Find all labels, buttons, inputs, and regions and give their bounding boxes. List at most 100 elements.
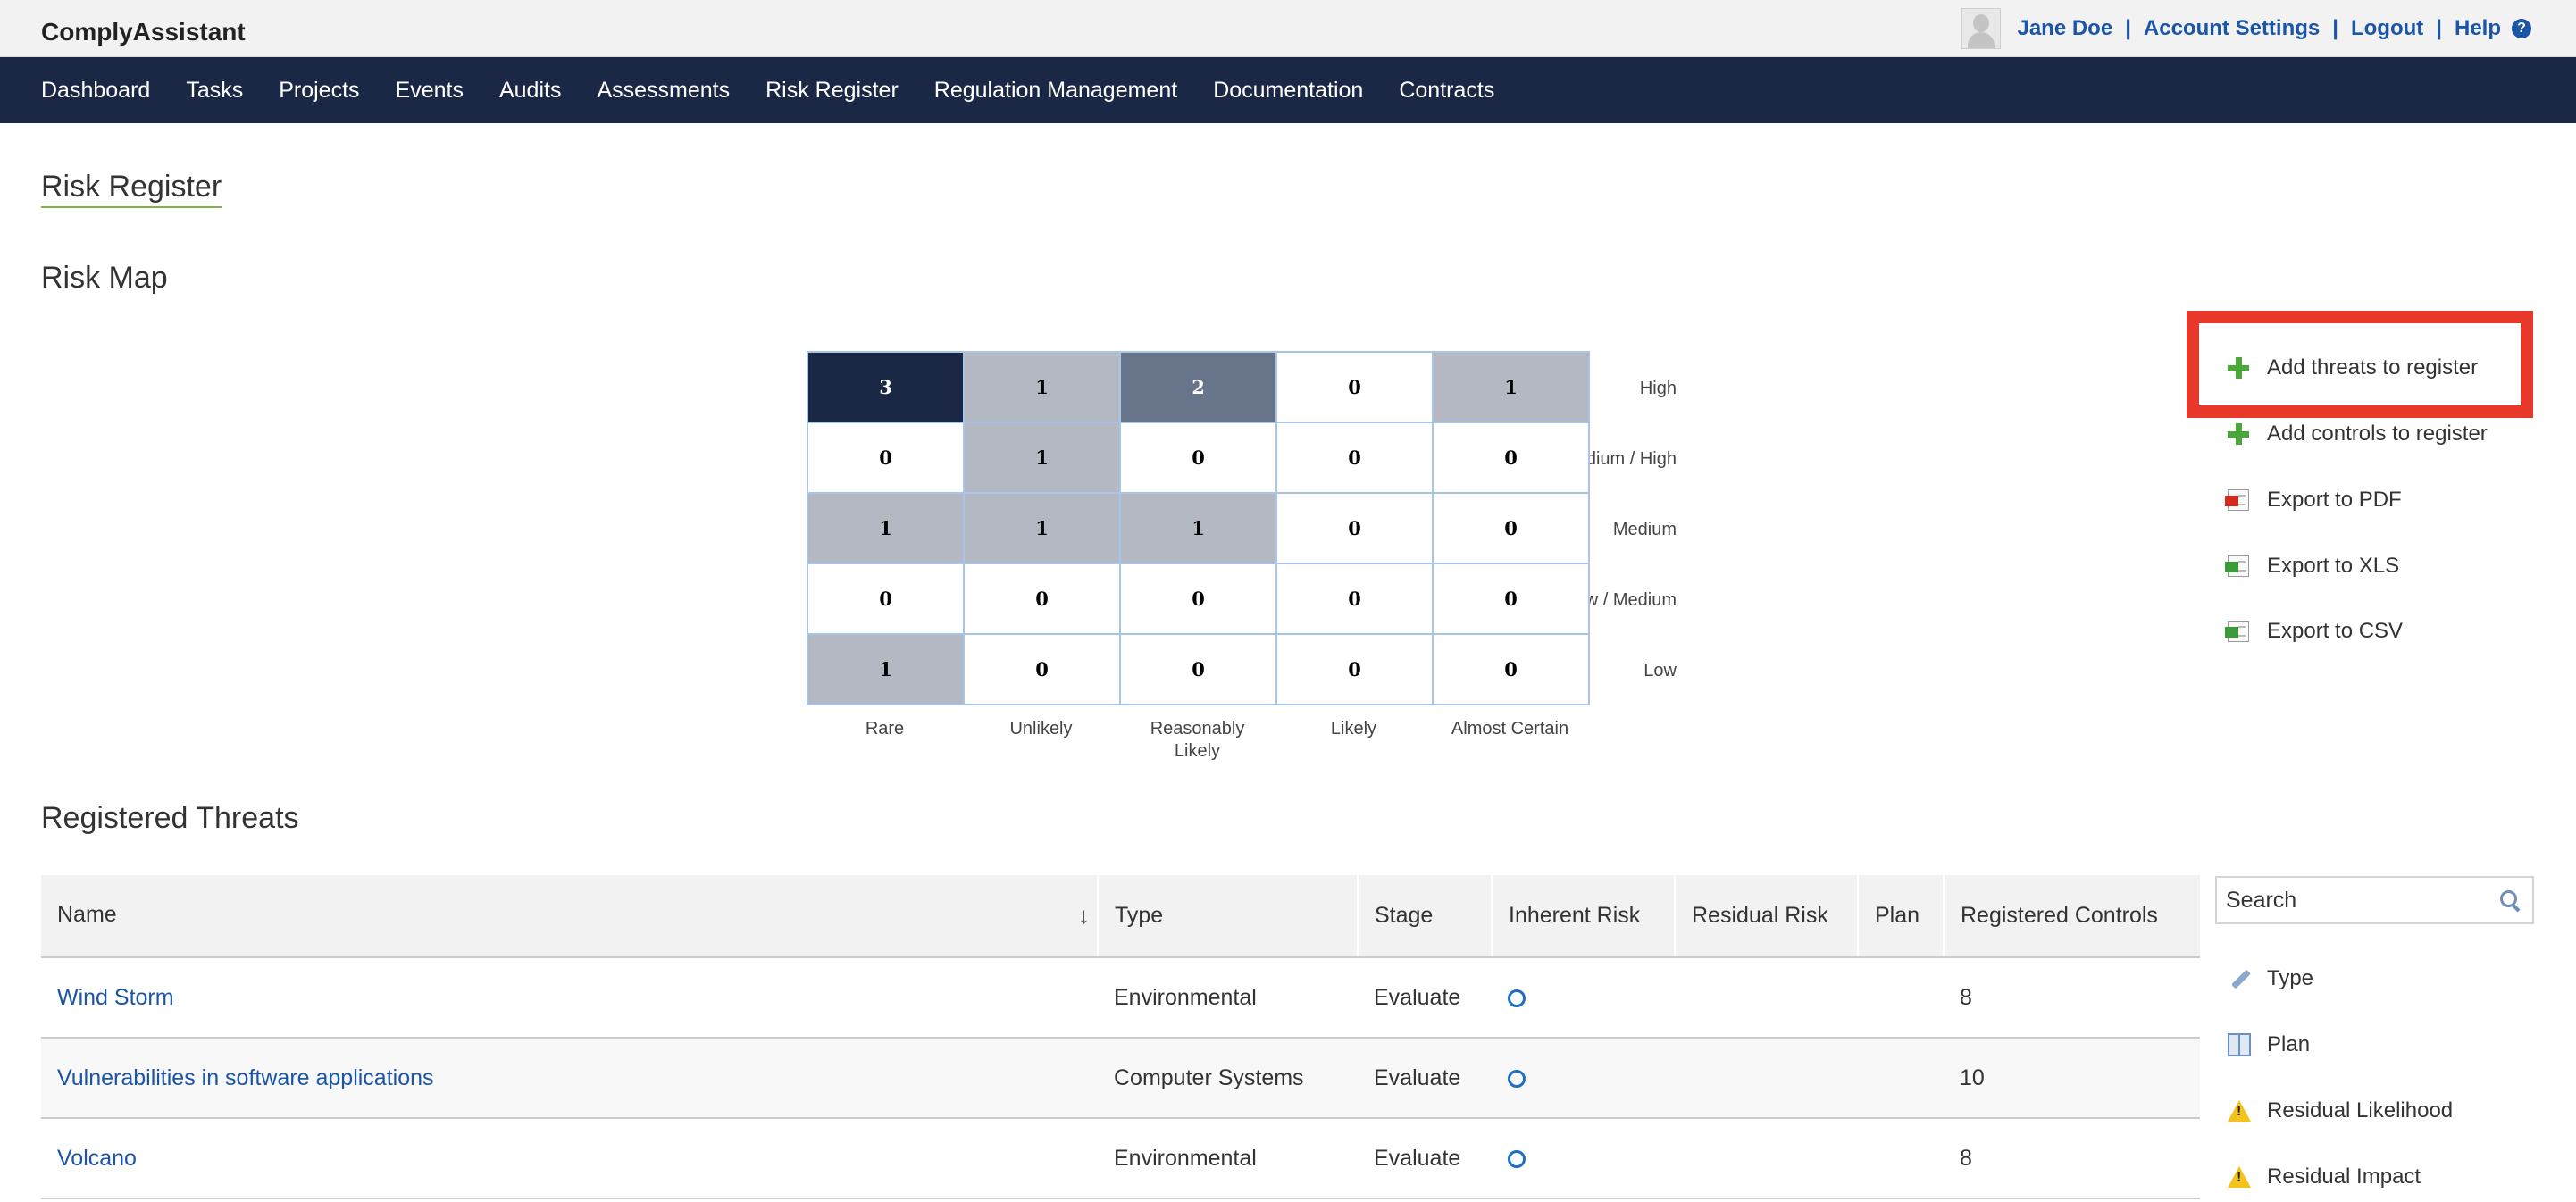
separator: | [2125, 16, 2131, 40]
table-row: Wind Storm Environmental Evaluate 8 [41, 957, 2200, 1039]
nav-risk-register[interactable]: Risk Register [765, 78, 899, 104]
column-header-type[interactable]: Type [1097, 875, 1358, 958]
column-header-name[interactable]: Name ↓ [41, 875, 1098, 958]
separator: | [2332, 16, 2338, 40]
filter-type[interactable]: Type [2228, 963, 2313, 995]
threat-name-link[interactable]: Volcano [57, 1146, 137, 1171]
warning-icon [2228, 1099, 2251, 1123]
help-icon[interactable]: ? [2512, 19, 2531, 38]
nav-dashboard[interactable]: Dashboard [41, 78, 150, 104]
column-header-inherent-risk[interactable]: Inherent Risk [1491, 875, 1675, 958]
risk-cell[interactable]: 1 [807, 492, 965, 564]
add-controls-button[interactable]: Add controls to register [2228, 418, 2488, 450]
risk-cell[interactable]: 0 [1275, 492, 1434, 564]
risk-cell[interactable]: 0 [963, 633, 1121, 705]
risk-cell[interactable]: 3 [807, 351, 965, 423]
risk-cell[interactable]: 0 [1119, 633, 1277, 705]
inherent-risk-circle-icon [1508, 1069, 1526, 1088]
likelihood-label-reasonably-likely: Reasonably Likely [1150, 719, 1245, 761]
nav-tasks[interactable]: Tasks [186, 78, 243, 104]
nav-audits[interactable]: Audits [499, 78, 561, 104]
risk-cell[interactable]: 0 [1275, 351, 1434, 423]
column-header-registered-controls[interactable]: Registered Controls [1943, 875, 2200, 958]
threat-stage: Evaluate [1358, 957, 1492, 1039]
filter-residual-likelihood-label: Residual Likelihood [2267, 1098, 2454, 1123]
nav-projects[interactable]: Projects [279, 78, 359, 104]
risk-cell[interactable]: 1 [1432, 351, 1590, 423]
risk-cell[interactable]: 0 [963, 563, 1121, 635]
filter-residual-impact[interactable]: Residual Impact [2228, 1161, 2421, 1193]
risk-cell[interactable]: 1 [963, 422, 1121, 494]
registered-controls-count: 8 [1944, 957, 2200, 1039]
nav-regulation-management[interactable]: Regulation Management [934, 78, 1177, 104]
search-input[interactable] [2217, 878, 2476, 922]
impact-label-high: High [1639, 379, 1677, 398]
risk-cell[interactable]: 1 [963, 351, 1121, 423]
logout-link[interactable]: Logout [2351, 16, 2423, 41]
filter-residual-likelihood[interactable]: Residual Likelihood [2228, 1095, 2453, 1127]
nav-contracts[interactable]: Contracts [1399, 78, 1494, 104]
filter-residual-impact-label: Residual Impact [2267, 1164, 2421, 1189]
risk-cell[interactable]: 1 [1119, 492, 1277, 564]
residual-risk [1675, 1038, 1858, 1119]
main-nav: Dashboard Tasks Projects Events Audits A… [0, 57, 2576, 123]
column-header-stage[interactable]: Stage [1357, 875, 1492, 958]
registered-controls-count: 10 [1944, 1038, 2200, 1119]
threat-name-link[interactable]: Wind Storm [57, 985, 174, 1010]
risk-cell[interactable]: 2 [1119, 351, 1277, 423]
threat-name-link[interactable]: Vulnerabilities in software applications [57, 1065, 434, 1090]
add-controls-label: Add controls to register [2267, 422, 2488, 446]
risk-cell[interactable]: 1 [963, 492, 1121, 564]
export-pdf-label: Export to PDF [2267, 488, 2402, 512]
user-menu: Jane Doe | Account Settings | Logout | H… [1961, 7, 2531, 50]
column-header-residual-risk[interactable]: Residual Risk [1674, 875, 1858, 958]
risk-cell[interactable]: 0 [1432, 492, 1590, 564]
plus-icon [2228, 423, 2249, 445]
add-threats-button[interactable]: Add threats to register [2228, 352, 2478, 384]
nav-documentation[interactable]: Documentation [1213, 78, 1363, 104]
app-name: ComplyAssistant [41, 18, 246, 46]
export-xls-button[interactable]: Export to XLS [2225, 550, 2399, 582]
avatar[interactable] [1961, 8, 2002, 49]
column-header-plan[interactable]: Plan [1857, 875, 1944, 958]
search-box [2215, 876, 2534, 924]
risk-cell[interactable]: 0 [807, 563, 965, 635]
export-csv-label: Export to CSV [2267, 619, 2404, 643]
pdf-icon [2225, 489, 2249, 511]
plus-icon [2228, 357, 2249, 379]
separator: | [2436, 16, 2442, 40]
inherent-risk-circle-icon [1508, 989, 1526, 1007]
risk-cell[interactable]: 0 [1275, 422, 1434, 494]
nav-assessments[interactable]: Assessments [597, 78, 730, 104]
account-settings-link[interactable]: Account Settings [2144, 16, 2320, 41]
risk-cell[interactable]: 1 [807, 633, 965, 705]
threat-stage: Evaluate [1358, 1038, 1492, 1119]
likelihood-label-unlikely: Unlikely [1009, 719, 1073, 739]
sort-descending-icon[interactable]: ↓ [1078, 902, 1090, 930]
inherent-risk-circle-icon [1508, 1149, 1526, 1168]
add-threats-label: Add threats to register [2267, 355, 2479, 380]
help-link[interactable]: Help [2455, 16, 2501, 41]
likelihood-label-likely: Likely [1330, 719, 1377, 739]
risk-cell[interactable]: 0 [1119, 422, 1277, 494]
risk-cell[interactable]: 0 [1432, 563, 1590, 635]
threat-type: Computer Systems [1098, 1038, 1358, 1119]
export-csv-button[interactable]: Export to CSV [2225, 615, 2404, 647]
nav-events[interactable]: Events [396, 78, 464, 104]
registered-controls-count: 8 [1944, 1118, 2200, 1199]
csv-icon [2225, 621, 2249, 642]
risk-cell[interactable]: 0 [1432, 633, 1590, 705]
residual-risk [1675, 1118, 1858, 1199]
user-name-link[interactable]: Jane Doe [2017, 16, 2112, 41]
risk-cell[interactable]: 0 [1275, 563, 1434, 635]
risk-cell[interactable]: 0 [807, 422, 965, 494]
export-pdf-button[interactable]: Export to PDF [2225, 484, 2402, 516]
risk-cell[interactable]: 0 [1275, 633, 1434, 705]
filter-plan[interactable]: Plan [2228, 1029, 2310, 1061]
table-row: Vulnerabilities in software applications… [41, 1038, 2200, 1119]
warning-icon [2228, 1165, 2251, 1189]
search-icon[interactable] [2500, 890, 2520, 910]
risk-cell[interactable]: 0 [1432, 422, 1590, 494]
risk-cell[interactable]: 0 [1119, 563, 1277, 635]
pencil-icon [2228, 967, 2251, 990]
